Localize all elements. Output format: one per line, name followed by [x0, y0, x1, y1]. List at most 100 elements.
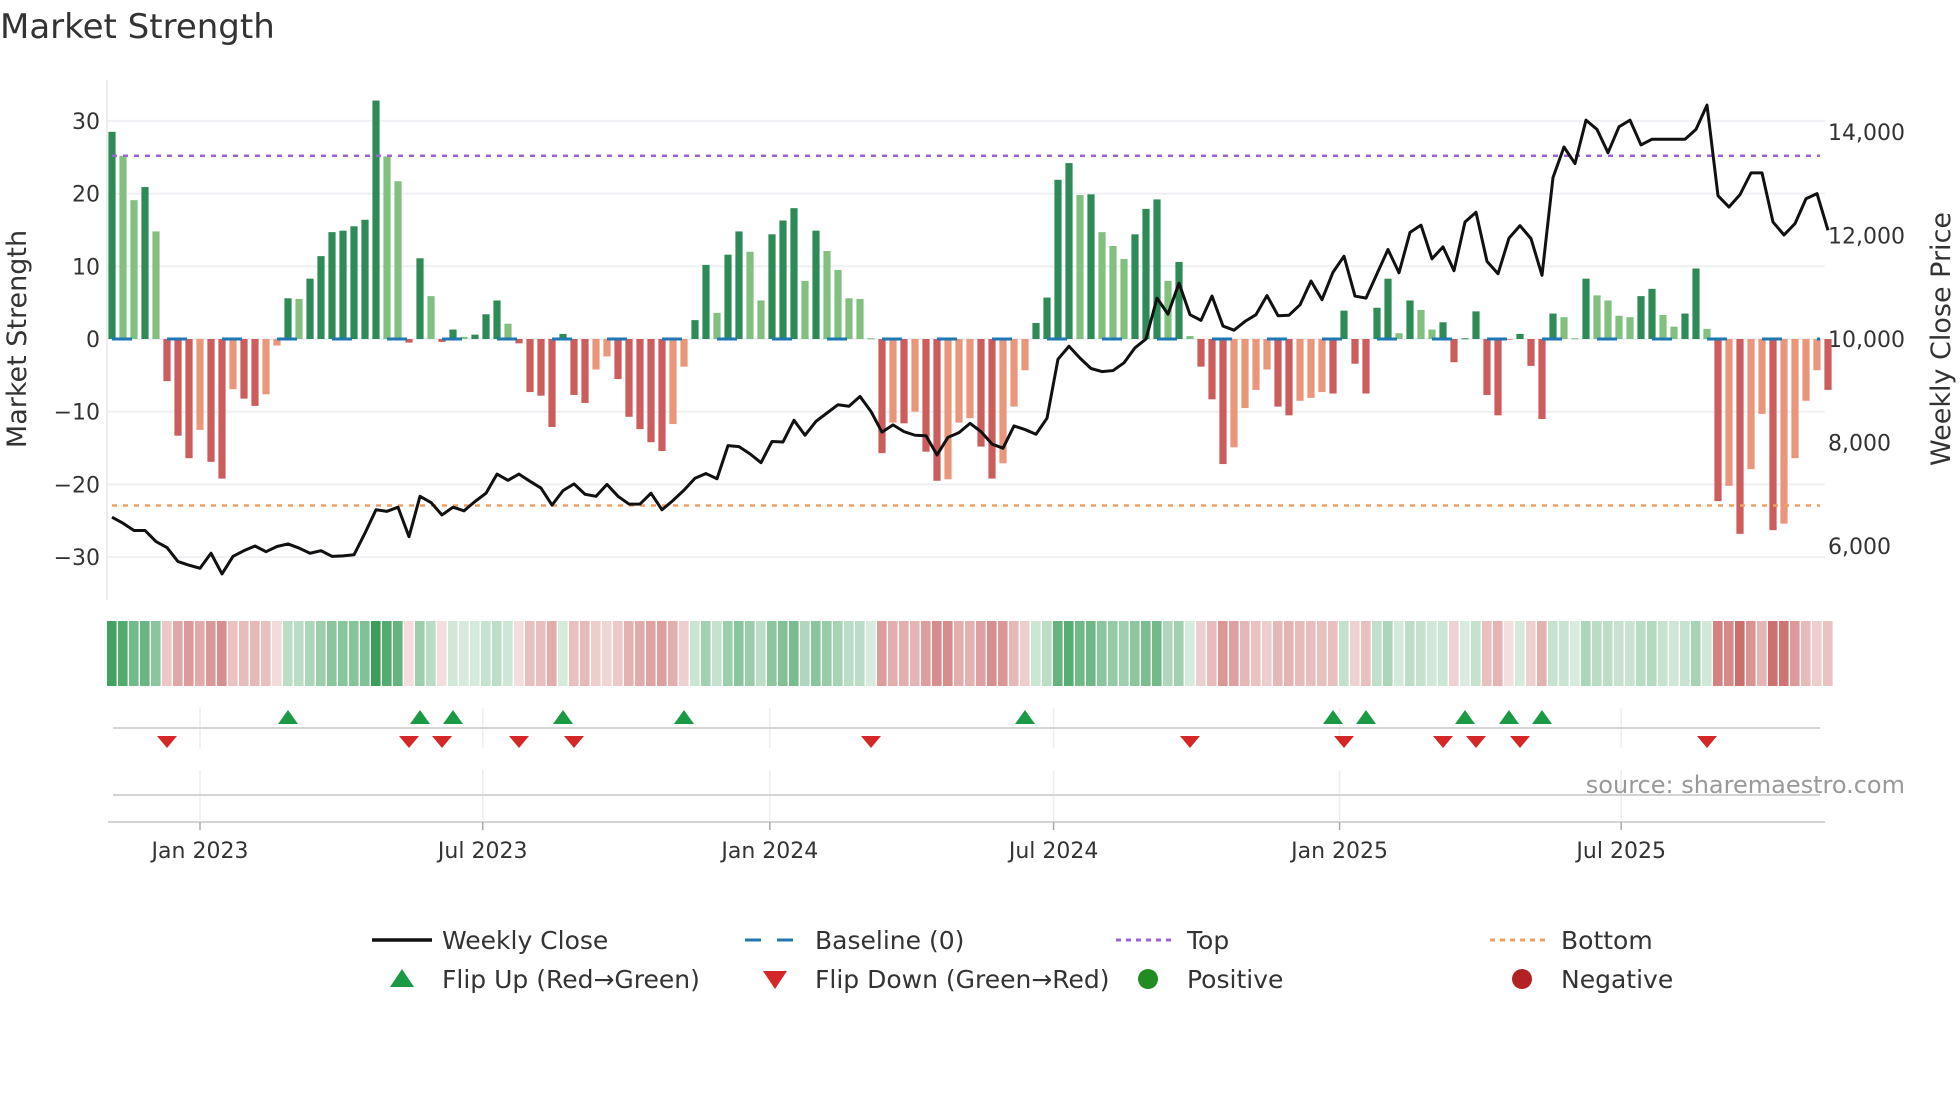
strip-cell: [118, 621, 128, 686]
strength-bar: [1802, 339, 1810, 401]
strength-bar: [1780, 339, 1788, 524]
strength-bar: [1087, 194, 1095, 339]
strip-cell: [206, 621, 216, 686]
strip-cell: [745, 621, 755, 686]
strength-bar: [1032, 323, 1040, 339]
strip-cell: [954, 621, 964, 686]
strip-cell: [1174, 621, 1184, 686]
strength-bar: [1747, 339, 1755, 470]
chart-title: Market Strength: [0, 7, 275, 47]
strip-cell: [921, 621, 931, 686]
strength-bar: [108, 131, 116, 339]
flip-down-marker: [1334, 736, 1354, 748]
strength-bar: [218, 339, 226, 479]
strength-bar: [163, 339, 171, 382]
right-axis-ticks: 6,000 8,000 10,000 12,000 14,000: [1828, 121, 1905, 560]
flip-up-marker: [410, 710, 430, 724]
strength-bar: [1098, 232, 1106, 339]
strip-cell: [305, 621, 315, 686]
strip-cell: [1075, 621, 1085, 686]
legend-label: Positive: [1187, 965, 1283, 994]
strip-cell: [888, 621, 898, 686]
strip-cell: [1306, 621, 1316, 686]
strip-cell: [1592, 621, 1602, 686]
strip-cell: [1284, 621, 1294, 686]
strip-cell: [184, 621, 194, 686]
market-strength-chart: Market Strength 30 20 10 0 −10 −20 −30 6,000 8,…: [0, 7, 1957, 994]
strength-bar: [933, 339, 941, 481]
strip-cell: [514, 621, 524, 686]
strength-bar: [262, 339, 270, 395]
strip-cell: [338, 621, 348, 686]
strip-cell: [1614, 621, 1624, 686]
strip-cell: [1042, 621, 1052, 686]
strip-cell: [987, 621, 997, 686]
strip-cell: [1086, 621, 1096, 686]
legend-label: Weekly Close: [442, 926, 608, 955]
strength-bar: [779, 220, 787, 339]
x-tick-label: Jan 2023: [150, 839, 249, 864]
flip-down-marker: [157, 736, 177, 748]
strip-cell: [1537, 621, 1547, 686]
strip-cell: [1416, 621, 1426, 686]
flip-up-marker: [674, 710, 694, 724]
y-tick-label: 0: [86, 328, 100, 353]
strip-cell: [1581, 621, 1591, 686]
strength-bar: [339, 230, 347, 339]
flip-up-marker: [443, 710, 463, 724]
strip-cell: [1438, 621, 1448, 686]
strength-bar: [471, 334, 479, 339]
strength-bar: [845, 298, 853, 339]
strength-bar: [493, 300, 501, 339]
strip-cell: [360, 621, 370, 686]
strength-bar: [1703, 328, 1711, 339]
strip-cell: [1339, 621, 1349, 686]
strength-bar: [504, 323, 512, 339]
strip-cell: [1746, 621, 1756, 686]
strip-cell: [1328, 621, 1338, 686]
strength-bar: [1604, 300, 1612, 339]
strip-cell: [558, 621, 568, 686]
strip-cell: [591, 621, 601, 686]
strip-cell: [294, 621, 304, 686]
strip-cell: [657, 621, 667, 686]
strength-bar: [1516, 333, 1524, 339]
strength-bar: [196, 339, 204, 430]
legend-label: Negative: [1561, 965, 1673, 994]
strength-bar: [966, 339, 974, 419]
strength-bar: [658, 339, 666, 451]
strength-bar: [1307, 339, 1315, 398]
strip-cell: [855, 621, 865, 686]
strength-bar: [1208, 339, 1216, 400]
strength-bar: [691, 320, 699, 339]
flip-up-marker: [1499, 710, 1519, 724]
strength-bar: [702, 264, 710, 339]
strip-cell: [1823, 621, 1833, 686]
strength-bar: [295, 299, 303, 339]
y-tick-label: 10: [72, 255, 100, 280]
strength-bar: [1043, 297, 1051, 339]
strip-cell: [525, 621, 535, 686]
strip-cell: [1669, 621, 1679, 686]
strip-cell: [1471, 621, 1481, 686]
strip-cell: [1801, 621, 1811, 686]
strip-cell: [140, 621, 150, 686]
y-tick-label: −30: [54, 546, 100, 571]
legend-triangle-down-icon: [763, 971, 787, 989]
y-tick-label: 30: [72, 110, 100, 135]
x-tick-label: Jul 2023: [436, 839, 528, 864]
strip-cell: [1460, 621, 1470, 686]
strength-bar: [1406, 300, 1414, 339]
flip-down-marker: [399, 736, 419, 748]
legend-circle-negative-icon: [1512, 969, 1532, 989]
strip-cell: [1394, 621, 1404, 686]
strip-cell: [1812, 621, 1822, 686]
strip-cell: [1603, 621, 1613, 686]
legend-label: Flip Up (Red→Green): [442, 965, 700, 994]
strength-bar: [1373, 307, 1381, 339]
y-right-tick-label: 10,000: [1828, 328, 1905, 353]
strength-bar: [174, 339, 182, 436]
flip-down-marker: [1466, 736, 1486, 748]
strip-cell: [1207, 621, 1217, 686]
flip-up-marker: [1532, 710, 1552, 724]
